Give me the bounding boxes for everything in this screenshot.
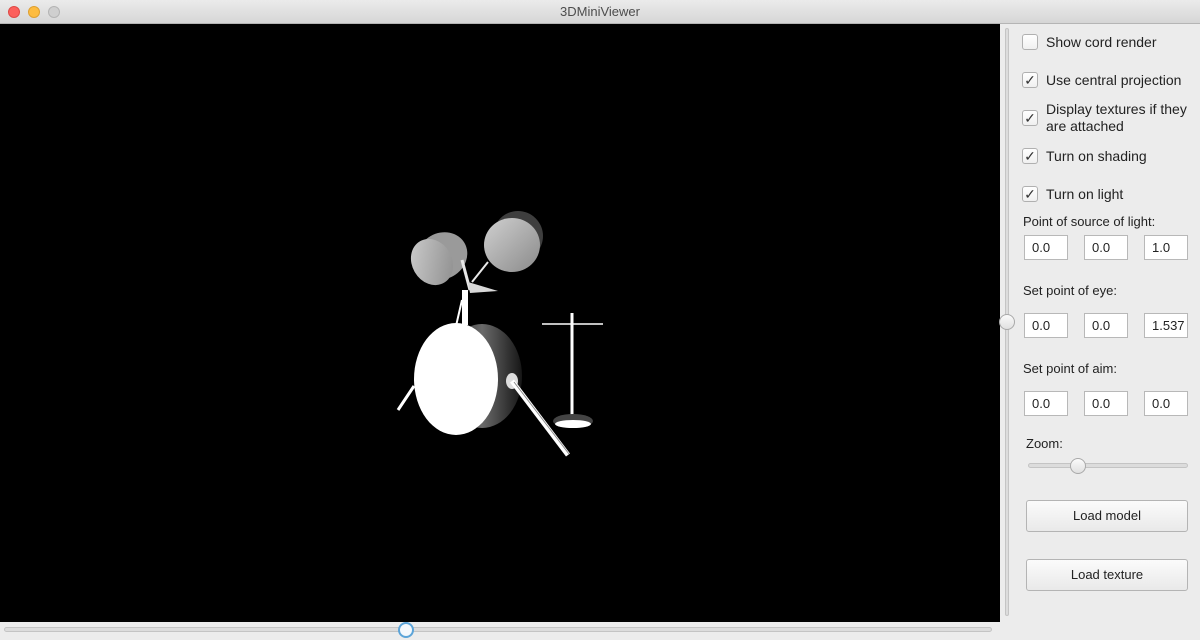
drum-kit-render xyxy=(396,211,603,457)
horizontal-slider-track[interactable] xyxy=(4,627,992,632)
zoom-slider-track[interactable] xyxy=(1028,463,1188,468)
aim-y-input[interactable]: 0.0 xyxy=(1084,391,1128,416)
horizontal-slider-thumb[interactable] xyxy=(398,622,414,638)
shading-label: Turn on shading xyxy=(1046,148,1147,164)
display-textures-checkbox[interactable]: ✓ xyxy=(1022,110,1038,126)
light-x-input[interactable]: 0.0 xyxy=(1024,235,1068,260)
vertical-slider-thumb[interactable] xyxy=(999,314,1015,330)
load-texture-button[interactable]: Load texture xyxy=(1026,559,1188,591)
central-projection-option[interactable]: ✓ Use central projection xyxy=(1022,72,1196,89)
display-textures-option[interactable]: ✓ Display textures if they are attached xyxy=(1022,101,1196,135)
aim-point-label: Set point of aim: xyxy=(1023,361,1117,376)
central-projection-checkbox[interactable]: ✓ xyxy=(1022,72,1038,88)
light-checkbox[interactable]: ✓ xyxy=(1022,186,1038,202)
show-cord-render-label: Show cord render xyxy=(1046,34,1157,50)
shading-checkbox[interactable]: ✓ xyxy=(1022,148,1038,164)
light-z-input[interactable]: 1.0 xyxy=(1144,235,1188,260)
eye-y-input[interactable]: 0.0 xyxy=(1084,313,1128,338)
3d-viewport[interactable] xyxy=(0,24,1000,622)
window-title: 3DMiniViewer xyxy=(560,4,640,19)
zoom-slider-thumb[interactable] xyxy=(1070,458,1086,474)
load-model-button[interactable]: Load model xyxy=(1026,500,1188,532)
light-label: Turn on light xyxy=(1046,186,1124,202)
eye-x-input[interactable]: 0.0 xyxy=(1024,313,1068,338)
aim-z-input[interactable]: 0.0 xyxy=(1144,391,1188,416)
show-cord-render-checkbox[interactable] xyxy=(1022,34,1038,50)
light-option[interactable]: ✓ Turn on light xyxy=(1022,186,1196,203)
show-cord-render-option[interactable]: Show cord render xyxy=(1022,34,1196,51)
light-source-label: Point of source of light: xyxy=(1023,214,1156,229)
eye-z-input[interactable]: 1.537 xyxy=(1144,313,1188,338)
display-textures-label: Display textures if they are attached xyxy=(1046,101,1187,134)
shading-option[interactable]: ✓ Turn on shading xyxy=(1022,148,1196,165)
light-y-input[interactable]: 0.0 xyxy=(1084,235,1128,260)
zoom-label: Zoom: xyxy=(1026,436,1063,451)
aim-x-input[interactable]: 0.0 xyxy=(1024,391,1068,416)
eye-point-label: Set point of eye: xyxy=(1023,283,1117,298)
central-projection-label: Use central projection xyxy=(1046,72,1182,88)
window-titlebar[interactable]: 3DMiniViewer xyxy=(0,0,1200,24)
